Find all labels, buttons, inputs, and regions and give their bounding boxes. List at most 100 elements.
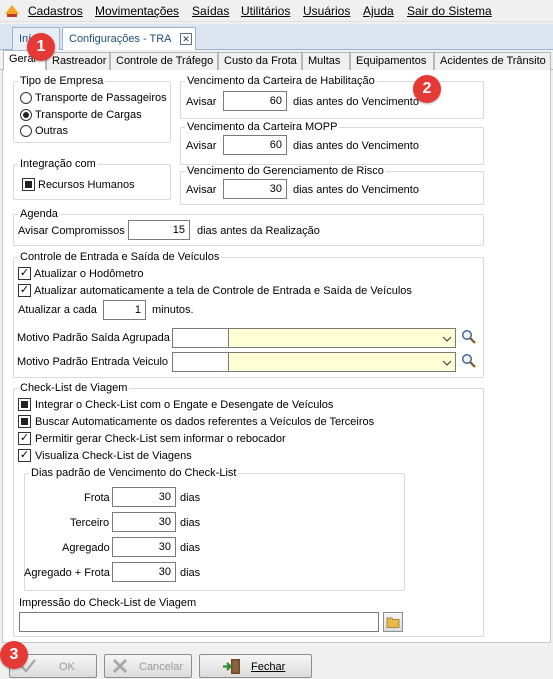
motivo-saida-label: Motivo Padrão Saída Agrupada xyxy=(17,332,170,344)
radio-outras-label: Outras xyxy=(35,125,69,137)
checkbox-visualiza-label: Visualiza Check-List de Viagens xyxy=(35,450,192,462)
minutos-label: minutos. xyxy=(152,304,194,316)
checkbox-visualiza[interactable]: ✓ xyxy=(18,449,31,462)
atualizar-minutes-input[interactable]: 1 xyxy=(103,300,146,320)
document-tabs: Início Configurações - TRA ✕ xyxy=(0,24,553,50)
agregado-frota-days-input[interactable]: 30 xyxy=(112,562,176,582)
motivo-entrada-code-input[interactable] xyxy=(172,352,229,372)
folder-icon xyxy=(386,617,400,628)
tab-controle-trafego[interactable]: Controle de Tráfego xyxy=(110,52,218,70)
license-days-input[interactable]: 60 xyxy=(223,91,287,111)
checkbox-hodometro[interactable]: ✓ xyxy=(18,267,31,280)
checkbox-buscar-terceiros[interactable] xyxy=(18,415,31,428)
agenda-days-input[interactable]: 15 xyxy=(128,220,190,240)
agregado-label: Agregado xyxy=(62,542,110,554)
frota-unit: dias xyxy=(180,492,201,504)
risk-suffix: dias antes do Vencimento xyxy=(293,184,419,196)
menu-sair[interactable]: Sair do Sistema xyxy=(407,4,492,18)
radio-outras[interactable] xyxy=(20,125,32,137)
checklist-legend: Check-List de Viagem xyxy=(20,382,128,394)
cancel-button-label: Cancelar xyxy=(139,661,184,673)
cancel-button[interactable]: Cancelar xyxy=(104,654,192,678)
atualizar-label: Atualizar a cada xyxy=(18,304,97,316)
radio-cargas-label: Transporte de Cargas xyxy=(35,109,142,121)
checkbox-hodometro-label: Atualizar o Hodômetro xyxy=(34,268,144,280)
step-marker-1: 1 xyxy=(27,33,55,61)
menu-usuarios[interactable]: Usuários xyxy=(303,4,350,18)
settings-tabs: Geral Rastreador Controle de Tráfego Cus… xyxy=(0,50,553,71)
chevron-down-icon xyxy=(442,336,452,342)
mopp-suffix: dias antes do Vencimento xyxy=(293,140,419,152)
agenda-legend: Agenda xyxy=(20,208,58,220)
search-icon[interactable] xyxy=(461,353,477,369)
license-expiry-legend: Vencimento da Carteira de Habilitação xyxy=(187,75,375,87)
agregado-days-input[interactable]: 30 xyxy=(112,537,176,557)
motivo-entrada-dropdown[interactable] xyxy=(229,352,456,372)
motivo-saida-dropdown[interactable] xyxy=(229,328,456,348)
bottom-button-bar: OK Cancelar Fechar xyxy=(0,648,553,679)
tab-rastreador[interactable]: Rastreador xyxy=(46,52,110,70)
tab-acidentes[interactable]: Acidentes de Trânsito xyxy=(434,52,551,70)
menu-movimentacoes[interactable]: Movimentações xyxy=(95,4,179,18)
checkbox-auto-tela-label: Atualizar automaticamente a tela de Cont… xyxy=(34,285,412,297)
terceiro-label: Terceiro xyxy=(70,517,110,529)
close-button[interactable]: Fechar xyxy=(199,654,312,678)
risk-expiry-legend: Vencimento do Gerenciamento de Risco xyxy=(187,165,384,177)
integration-legend: Integração com xyxy=(20,158,96,170)
risk-days-input[interactable]: 30 xyxy=(223,179,287,199)
menu-utilitarios[interactable]: Utilitários xyxy=(241,4,290,18)
terceiro-days-input[interactable]: 30 xyxy=(112,512,176,532)
agenda-suffix: dias antes da Realização xyxy=(197,225,320,237)
impressao-label: Impressão do Check-List de Viagem xyxy=(19,597,197,609)
menu-bar: Cadastros Movimentações Saídas Utilitári… xyxy=(0,0,553,22)
checkbox-engate[interactable] xyxy=(18,398,31,411)
exit-door-icon xyxy=(223,659,240,674)
menu-cadastros[interactable]: Cadastros xyxy=(28,4,83,18)
chevron-down-icon xyxy=(442,360,452,366)
risk-avisar-label: Avisar xyxy=(186,184,217,196)
doc-tab-configuracoes[interactable]: Configurações - TRA ✕ xyxy=(62,27,196,50)
checkbox-permitir-sem-rebocador-label: Permitir gerar Check-List sem informar o… xyxy=(35,433,286,445)
browse-folder-button[interactable] xyxy=(383,612,403,632)
checkbox-engate-label: Integrar o Check-List com o Engate e Des… xyxy=(35,399,334,411)
agregado-unit: dias xyxy=(180,542,201,554)
mopp-avisar-label: Avisar xyxy=(186,140,217,152)
license-avisar-label: Avisar xyxy=(186,96,217,108)
checkbox-buscar-terceiros-label: Buscar Automaticamente os dados referent… xyxy=(35,416,375,428)
close-icon[interactable]: ✕ xyxy=(180,33,192,45)
ok-button-label: OK xyxy=(59,661,75,673)
close-button-label: Fechar xyxy=(251,661,286,673)
agregado-frota-unit: dias xyxy=(180,567,201,579)
radio-cargas[interactable] xyxy=(20,109,32,121)
motivo-entrada-label: Motivo Padrão Entrada Veiculo xyxy=(17,356,169,368)
menu-ajuda[interactable]: Ajuda xyxy=(363,4,394,18)
tab-multas[interactable]: Multas xyxy=(302,52,350,70)
radio-passageiros[interactable] xyxy=(20,92,32,104)
terceiro-unit: dias xyxy=(180,517,201,529)
checkbox-recursos-humanos-label: Recursos Humanos xyxy=(38,179,135,191)
agenda-label: Avisar Compromissos xyxy=(18,225,125,237)
checkbox-auto-tela[interactable]: ✓ xyxy=(18,284,31,297)
frota-days-input[interactable]: 30 xyxy=(112,487,176,507)
search-icon[interactable] xyxy=(461,329,477,345)
radio-passageiros-label: Transporte de Passageiros xyxy=(35,92,167,104)
app-logo-icon xyxy=(5,5,19,17)
company-type-legend: Tipo de Empresa xyxy=(20,75,104,87)
mopp-days-input[interactable]: 60 xyxy=(223,135,287,155)
step-marker-3: 3 xyxy=(0,641,28,669)
vehicle-control-legend: Controle de Entrada e Saída de Veículos xyxy=(20,251,220,263)
checklist-days-legend: Dias padrão de Vencimento do Check-List xyxy=(31,467,237,479)
doc-tab-configuracoes-label: Configurações - TRA xyxy=(69,33,172,45)
frota-label: Frota xyxy=(84,492,110,504)
motivo-saida-code-input[interactable] xyxy=(172,328,229,348)
menu-saidas[interactable]: Saídas xyxy=(192,4,229,18)
impressao-path-input[interactable] xyxy=(19,612,379,632)
checkbox-permitir-sem-rebocador[interactable]: ✓ xyxy=(18,432,31,445)
checkbox-recursos-humanos[interactable] xyxy=(22,178,35,191)
tab-equipamentos[interactable]: Equipamentos xyxy=(350,52,434,70)
step-marker-2: 2 xyxy=(413,75,441,103)
tab-custo-frota[interactable]: Custo da Frota xyxy=(218,52,302,70)
license-suffix: dias antes do Vencimento xyxy=(293,96,419,108)
agregado-frota-label: Agregado + Frota xyxy=(24,567,110,579)
mopp-expiry-legend: Vencimento da Carteira MOPP xyxy=(187,121,338,133)
